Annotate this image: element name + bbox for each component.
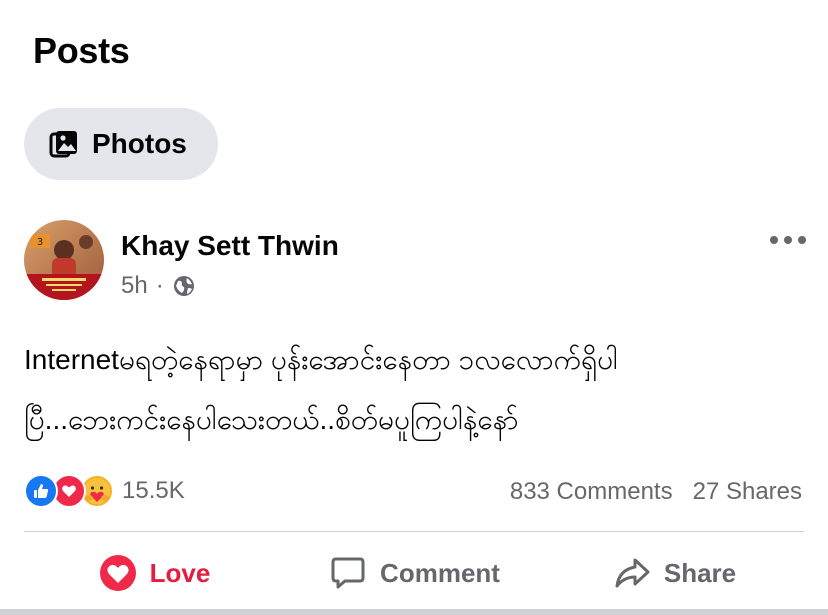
share-icon bbox=[612, 553, 652, 593]
reaction-count: 15.5K bbox=[122, 477, 185, 504]
post-actions: Love Comment Share bbox=[24, 540, 804, 606]
love-icon bbox=[98, 553, 138, 593]
meta-separator: · bbox=[155, 272, 164, 299]
more-options-icon[interactable] bbox=[770, 228, 806, 252]
post-text: Internetမရတဲ့နေရာမှာ ပုန်းအောင်းနေတာ ၁လလ… bbox=[24, 330, 804, 450]
love-label: Love bbox=[149, 557, 211, 588]
comment-label: Comment bbox=[380, 557, 500, 588]
share-button[interactable]: Share bbox=[544, 540, 804, 606]
divider bbox=[24, 531, 804, 532]
like-reaction-icon bbox=[24, 474, 58, 508]
love-button[interactable]: Love bbox=[24, 540, 284, 606]
share-label: Share bbox=[663, 557, 737, 588]
comment-button[interactable]: Comment bbox=[284, 540, 544, 606]
photos-chip-label: Photos bbox=[92, 128, 187, 159]
reaction-summary[interactable]: 15.5K bbox=[24, 474, 185, 508]
post-text-line: ပြီ...ဘေးကင်းနေပါသေးတယ်..စိတ်မပူကြပါနဲ့န… bbox=[24, 404, 519, 435]
post-time[interactable]: 5h bbox=[121, 272, 148, 300]
feed-separator bbox=[0, 609, 828, 615]
photos-icon bbox=[48, 128, 80, 160]
post-stats: 833 Comments 27 Shares bbox=[510, 478, 802, 506]
post-text-line: Internetမရတဲ့နေရာမှာ ပုန်းအောင်းနေတာ ၁လလ… bbox=[24, 344, 618, 375]
author-name[interactable]: Khay Sett Thwin bbox=[121, 230, 339, 262]
svg-text:3: 3 bbox=[37, 237, 43, 248]
photos-filter-chip[interactable]: Photos bbox=[24, 108, 218, 180]
globe-icon bbox=[172, 274, 196, 298]
comments-count[interactable]: 833 Comments bbox=[510, 478, 673, 506]
shares-count[interactable]: 27 Shares bbox=[693, 478, 802, 506]
author-avatar[interactable]: 3 bbox=[24, 220, 104, 300]
section-title: Posts bbox=[33, 30, 130, 71]
post-meta: 5h · bbox=[121, 272, 196, 300]
comment-icon bbox=[328, 553, 368, 593]
